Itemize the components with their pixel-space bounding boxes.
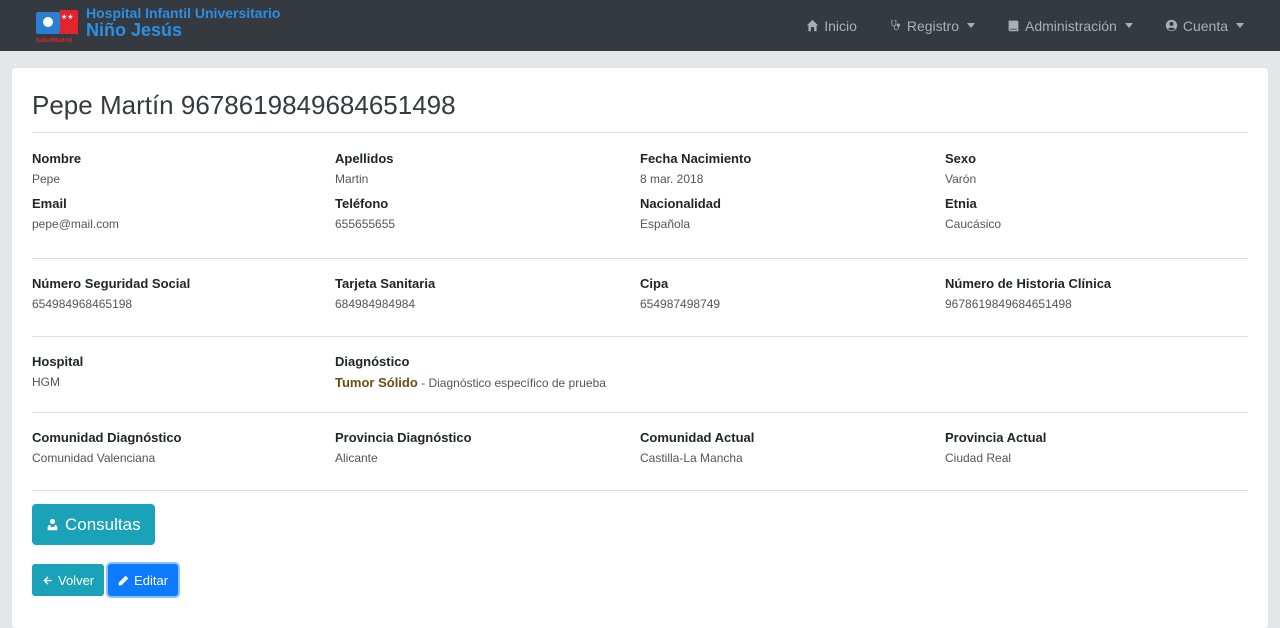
salud-madrid-logo: SaludMadrid: [36, 9, 82, 44]
hospital-brand[interactable]: SaludMadrid Hospital Infantil Universita…: [36, 6, 280, 44]
brand-line1: Hospital Infantil Universitario: [86, 5, 281, 21]
nav-registro-label: Registro: [906, 17, 960, 34]
diagnostico-detail: - Diagnóstico específico de prueba: [417, 376, 606, 390]
arrow-left-icon: [43, 575, 52, 585]
user-md-icon: [47, 518, 58, 531]
nav-inicio[interactable]: Inicio: [806, 18, 857, 34]
user-circle-icon: [1165, 19, 1178, 32]
nav-cuenta-label: Cuenta: [1182, 17, 1228, 34]
nav-registro[interactable]: Registro: [889, 17, 976, 34]
field-label: Comunidad Diagnóstico: [32, 430, 182, 445]
field-value: Martin: [335, 172, 369, 186]
field-label: Hospital: [32, 354, 84, 369]
field-label: Sexo: [945, 151, 977, 166]
field-provincia-diagnostico: Provincia Diagnóstico Alicante: [335, 430, 640, 465]
field-tarjeta-sanitaria: Tarjeta Sanitaria 684984984984: [335, 276, 640, 311]
field-value: 9678619849684651498: [945, 297, 1072, 311]
diagnostico-value: Tumor Sólido - Diagnóstico específico de…: [335, 375, 640, 390]
chevron-down-icon: [1124, 23, 1133, 28]
logo-blue-block: [36, 11, 60, 34]
action-buttons: Volver Editar: [32, 564, 1248, 596]
field-value: HGM: [32, 375, 60, 389]
field-value: Varón: [945, 172, 977, 186]
field-comunidad-actual: Comunidad Actual Castilla-La Mancha: [640, 430, 945, 465]
diagnostico-main: Tumor Sólido: [335, 375, 418, 390]
main-nav: Inicio Registro Administración Cuenta: [806, 18, 1244, 34]
field-value: Caucásico: [945, 217, 1002, 231]
field-label: Nacionalidad: [640, 196, 721, 211]
field-label: Nombre: [32, 151, 82, 166]
field-provincia-actual: Provincia Actual Ciudad Real: [945, 430, 1248, 465]
field-value: 655655655: [335, 217, 396, 231]
field-label: Número de Historia Clínica: [945, 276, 1112, 291]
editar-label: Editar: [134, 572, 169, 588]
field-telefono: Teléfono 655655655: [335, 196, 640, 231]
field-diagnostico: Diagnóstico Tumor Sólido - Diagnóstico e…: [335, 354, 640, 390]
consultas-label: Consultas: [65, 514, 141, 534]
field-value: Ciudad Real: [945, 451, 1012, 465]
brand-line2: Niño Jesús: [86, 20, 183, 40]
field-email: Email pepe@mail.com: [32, 196, 335, 231]
field-nombre: Nombre Pepe: [32, 151, 335, 186]
clinical-section: Hospital HGM Diagnóstico Tumor Sólido - …: [32, 337, 1248, 412]
field-value: Castilla-La Mancha: [640, 451, 743, 465]
volver-label: Volver: [58, 572, 95, 588]
pencil-icon: [118, 575, 129, 585]
field-label: Teléfono: [335, 196, 389, 211]
logo-subtext: SaludMadrid: [36, 37, 73, 44]
field-apellidos: Apellidos Martin: [335, 151, 640, 186]
stethoscope-icon: [891, 19, 900, 31]
field-value: pepe@mail.com: [32, 217, 119, 231]
home-icon: [807, 19, 819, 32]
logo-red-block: [60, 9, 78, 34]
chevron-down-icon: [1236, 23, 1244, 28]
field-label: Email: [32, 196, 67, 211]
chevron-down-icon: [967, 23, 976, 28]
field-label: Comunidad Actual: [640, 430, 755, 445]
top-navbar: SaludMadrid Hospital Infantil Universita…: [0, 0, 1280, 51]
field-value: 654984968465198: [32, 297, 133, 311]
editar-button[interactable]: Editar: [108, 564, 179, 596]
field-value: 654987498749: [640, 297, 721, 311]
nav-cuenta[interactable]: Cuenta: [1165, 18, 1244, 34]
field-nss: Número Seguridad Social 654984968465198: [32, 276, 335, 311]
field-label: Diagnóstico: [335, 354, 410, 369]
field-label: Apellidos: [335, 151, 394, 166]
field-nacionalidad: Nacionalidad Española: [640, 196, 945, 231]
field-label: Número Seguridad Social: [32, 276, 191, 291]
field-cipa: Cipa 654987498749: [640, 276, 945, 311]
field-etnia: Etnia Caucásico: [945, 196, 1248, 231]
field-label: Etnia: [945, 196, 977, 211]
field-value: 8 mar. 2018: [640, 172, 704, 186]
divider: [32, 490, 1248, 491]
field-comunidad-diagnostico: Comunidad Diagnóstico Comunidad Valencia…: [32, 430, 335, 465]
ids-section: Número Seguridad Social 654984968465198 …: [32, 259, 1248, 336]
field-label: Cipa: [640, 276, 669, 291]
field-value: Alicante: [335, 451, 378, 465]
field-hospital: Hospital HGM: [32, 354, 335, 390]
location-section: Comunidad Diagnóstico Comunidad Valencia…: [32, 413, 1248, 490]
field-value: Pepe: [32, 172, 61, 186]
field-value: Comunidad Valenciana: [32, 451, 156, 465]
nav-inicio-label: Inicio: [824, 17, 857, 34]
consultas-button[interactable]: Consultas: [32, 504, 155, 545]
nav-administracion[interactable]: Administración: [1007, 18, 1133, 34]
patient-detail-card: Pepe Martín 9678619849684651498 Nombre P…: [12, 68, 1268, 628]
field-label: Provincia Actual: [945, 430, 1047, 445]
field-historia-clinica: Número de Historia Clínica 9678619849684…: [945, 276, 1248, 311]
volver-button[interactable]: Volver: [32, 564, 105, 596]
page-title: Pepe Martín 9678619849684651498: [32, 90, 456, 120]
field-value: Española: [640, 217, 691, 231]
brand-text: Hospital Infantil Universitario Niño Jes…: [86, 6, 280, 39]
field-value: 684984984984: [335, 297, 416, 311]
field-sexo: Sexo Varón: [945, 151, 1248, 186]
personal-section: Nombre Pepe Apellidos Martin Fecha Nacim…: [32, 133, 1248, 258]
book-icon: [1008, 20, 1019, 32]
field-label: Fecha Nacimiento: [640, 151, 752, 166]
field-fecha-nacimiento: Fecha Nacimiento 8 mar. 2018: [640, 151, 945, 186]
field-label: Provincia Diagnóstico: [335, 430, 472, 445]
nav-administracion-label: Administración: [1025, 17, 1117, 34]
field-label: Tarjeta Sanitaria: [335, 276, 436, 291]
